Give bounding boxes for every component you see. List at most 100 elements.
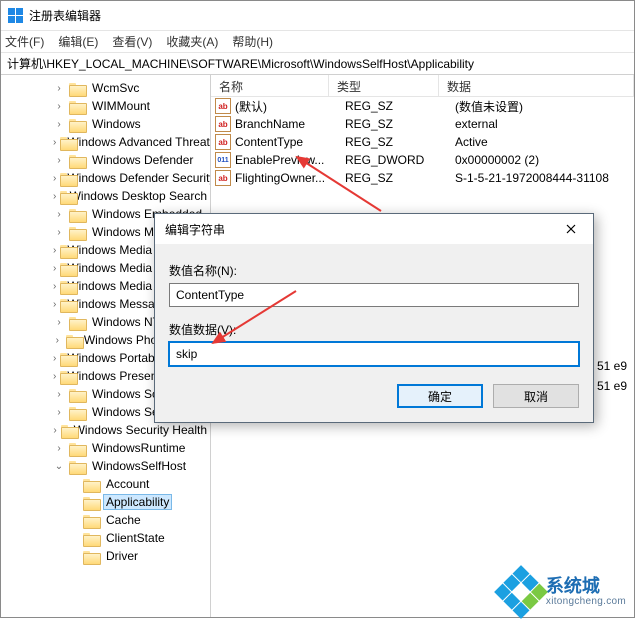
dialog-title: 编辑字符串 [165, 221, 225, 238]
value-type: REG_SZ [345, 171, 455, 185]
cancel-button[interactable]: 取消 [493, 384, 579, 408]
menu-favorites[interactable]: 收藏夹(A) [166, 33, 218, 50]
chevron-right-icon[interactable]: › [53, 173, 56, 184]
value-data: 0x00000002 (2) [455, 153, 634, 167]
chevron-right-icon[interactable]: › [53, 299, 56, 310]
folder-icon [69, 208, 85, 221]
string-value-icon: ab [215, 98, 231, 114]
chevron-right-icon[interactable]: › [53, 227, 65, 238]
chevron-right-icon[interactable]: › [53, 389, 65, 400]
titlebar: 注册表编辑器 [1, 1, 634, 31]
value-data-label: 数值数据(V): [169, 321, 579, 338]
value-data: external [455, 117, 634, 131]
tree-item[interactable]: Driver [1, 547, 210, 565]
chevron-down-icon[interactable]: ⌄ [53, 461, 65, 472]
chevron-right-icon[interactable]: › [53, 443, 65, 454]
tree-item[interactable]: Cache [1, 511, 210, 529]
value-type: REG_SZ [345, 135, 455, 149]
chevron-right-icon[interactable]: › [53, 245, 56, 256]
regedit-icon [7, 8, 23, 24]
menu-file[interactable]: 文件(F) [5, 33, 44, 50]
tree-item-label: ClientState [103, 531, 168, 545]
list-row[interactable]: 011EnablePreview...REG_DWORD0x00000002 (… [211, 151, 634, 169]
address-bar[interactable]: 计算机\HKEY_LOCAL_MACHINE\SOFTWARE\Microsof… [1, 53, 634, 75]
tree-item-label: Driver [103, 549, 141, 563]
menu-view[interactable]: 查看(V) [112, 33, 152, 50]
folder-icon [69, 118, 85, 131]
tree-item-label: Windows Desktop Search [67, 189, 210, 203]
folder-icon [69, 442, 85, 455]
list-row[interactable]: ab(默认)REG_SZ(数值未设置) [211, 97, 634, 115]
col-name[interactable]: 名称 [211, 75, 329, 96]
menubar: 文件(F) 编辑(E) 查看(V) 收藏夹(A) 帮助(H) [1, 31, 634, 53]
edit-string-dialog: 编辑字符串 数值名称(N): 数值数据(V): 确定 取消 [154, 213, 594, 423]
tree-item-label: Windows Advanced Threat Protection [64, 135, 211, 149]
tree-item[interactable]: › Windows Desktop Search [1, 187, 210, 205]
folder-icon [69, 154, 85, 167]
value-data: (数值未设置) [455, 98, 634, 115]
tree-item[interactable]: › Windows Defender Security Center [1, 169, 210, 187]
value-name-input[interactable] [169, 283, 579, 307]
menu-edit[interactable]: 编辑(E) [58, 33, 98, 50]
tree-item[interactable]: ⌄WindowsSelfHost [1, 457, 210, 475]
col-type[interactable]: 类型 [329, 75, 439, 96]
tree-item[interactable]: › Windows Security Health [1, 421, 210, 439]
folder-icon [61, 424, 66, 437]
tree-item-label: WcmSvc [89, 81, 142, 95]
tree-item-label: Windows Security Health [71, 423, 210, 437]
tree-item[interactable]: ›WIMMount [1, 97, 210, 115]
window-title: 注册表编辑器 [29, 7, 101, 24]
chevron-right-icon[interactable]: › [53, 353, 56, 364]
dialog-titlebar[interactable]: 编辑字符串 [155, 214, 593, 244]
chevron-right-icon[interactable]: › [53, 83, 65, 94]
chevron-right-icon[interactable]: › [53, 317, 65, 328]
string-value-icon: ab [215, 134, 231, 150]
tree-item[interactable]: Account [1, 475, 210, 493]
folder-icon [66, 334, 77, 347]
chevron-right-icon[interactable]: › [53, 119, 65, 130]
address-path: 计算机\HKEY_LOCAL_MACHINE\SOFTWARE\Microsof… [7, 55, 474, 72]
folder-icon [83, 514, 99, 527]
tree-item-label: Windows Defender [89, 153, 196, 167]
chevron-right-icon[interactable]: › [53, 407, 65, 418]
tree-item[interactable]: Applicability [1, 493, 210, 511]
folder-icon [83, 478, 99, 491]
menu-help[interactable]: 帮助(H) [232, 33, 273, 50]
chevron-right-icon[interactable]: › [53, 101, 65, 112]
folder-icon [69, 100, 85, 113]
tree-item-label: Cache [103, 513, 144, 527]
ok-button[interactable]: 确定 [397, 384, 483, 408]
tree-item-label: WindowsRuntime [89, 441, 188, 455]
folder-icon [69, 82, 85, 95]
chevron-right-icon[interactable]: › [53, 335, 62, 346]
value-type: REG_SZ [345, 99, 455, 113]
tree-item-label: Windows Defender Security Center [64, 171, 211, 185]
tree-item[interactable]: › Windows Defender [1, 151, 210, 169]
list-row[interactable]: ab BranchNameREG_SZexternal [211, 115, 634, 133]
chevron-right-icon[interactable]: › [53, 137, 56, 148]
value-type: REG_SZ [345, 117, 455, 131]
chevron-right-icon[interactable]: › [53, 155, 65, 166]
tree-item[interactable]: ›Windows [1, 115, 210, 133]
chevron-right-icon[interactable]: › [53, 281, 56, 292]
chevron-right-icon[interactable]: › [53, 371, 56, 382]
tree-item[interactable]: › WcmSvc [1, 79, 210, 97]
tree-item[interactable]: › Windows Advanced Threat Protection [1, 133, 210, 151]
value-data-input[interactable] [169, 342, 579, 366]
watermark: 系统城 xitongcheng.com [502, 573, 626, 611]
list-row[interactable]: abFlightingOwner...REG_SZS-1-5-21-197200… [211, 169, 634, 187]
list-row[interactable]: abContentTypeREG_SZActive [211, 133, 634, 151]
chevron-right-icon[interactable]: › [53, 191, 56, 202]
folder-icon [83, 550, 99, 563]
col-data[interactable]: 数据 [439, 75, 634, 96]
tree-item[interactable]: ClientState [1, 529, 210, 547]
chevron-right-icon[interactable]: › [53, 263, 56, 274]
close-icon[interactable] [551, 215, 591, 243]
tree-item[interactable]: › WindowsRuntime [1, 439, 210, 457]
string-value-icon: ab [215, 116, 231, 132]
value-name-label: 数值名称(N): [169, 262, 579, 279]
chevron-right-icon[interactable]: › [53, 209, 65, 220]
chevron-right-icon[interactable]: › [53, 425, 57, 436]
value-name: EnablePreview... [235, 153, 345, 167]
value-name: BranchName [235, 117, 345, 131]
